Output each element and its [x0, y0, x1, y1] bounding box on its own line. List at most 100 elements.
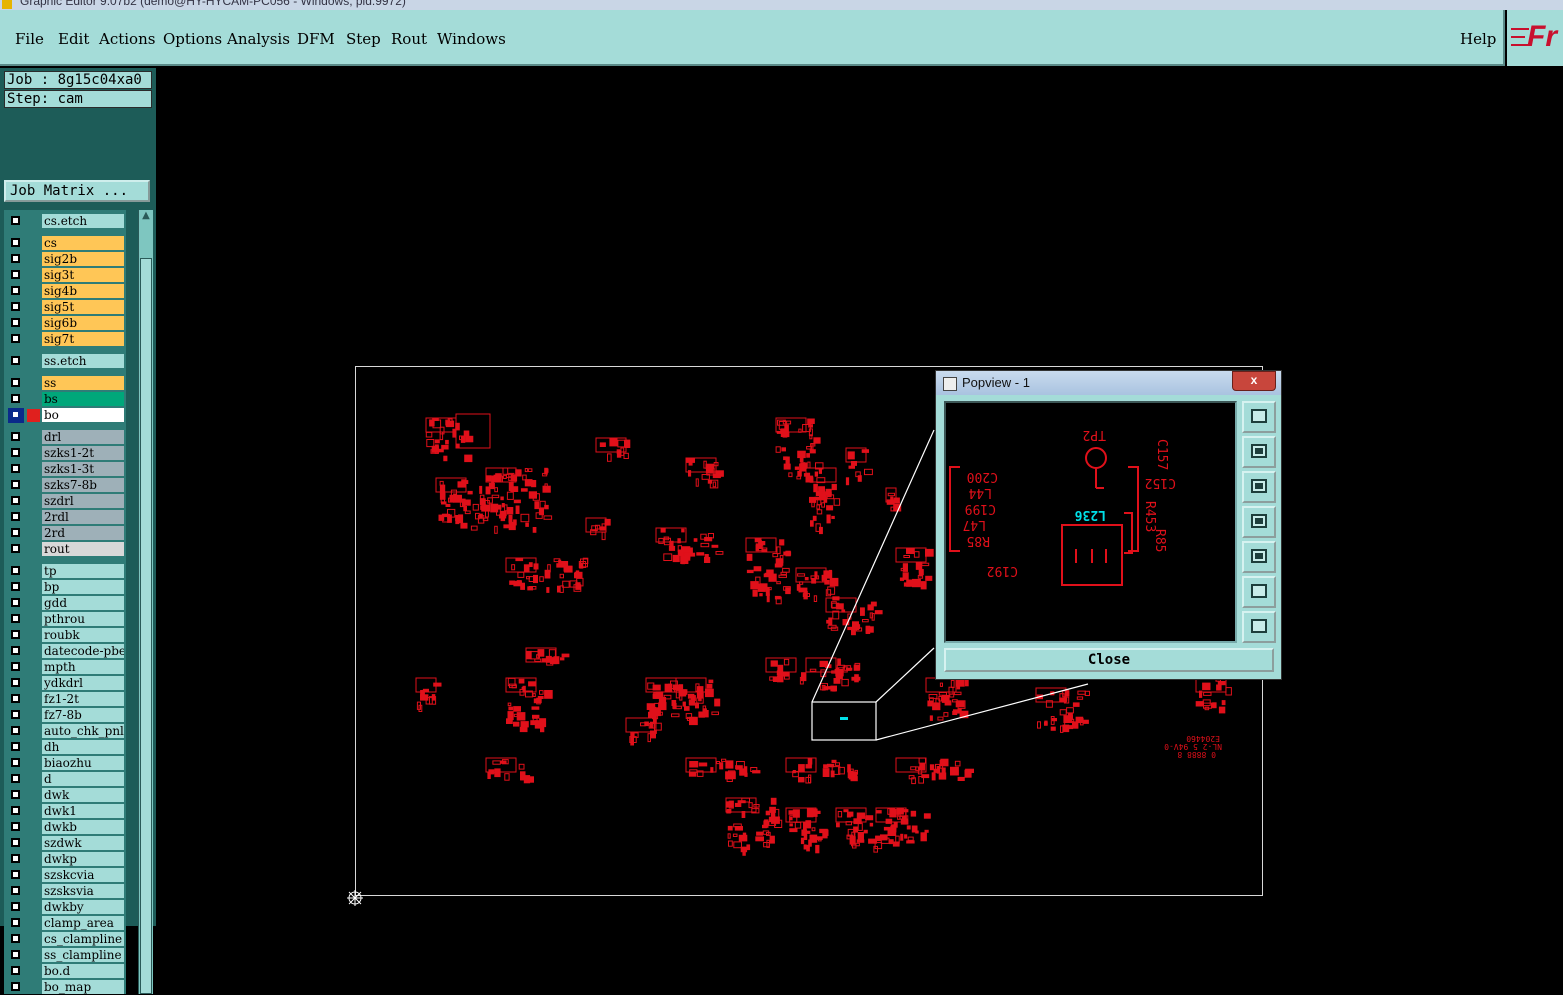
layer-row-datecode-pbe[interactable]: datecode-pbe — [6, 644, 126, 659]
layer-checkbox[interactable] — [11, 790, 20, 799]
layer-checkbox[interactable] — [11, 216, 20, 225]
menu-help[interactable]: Help — [1460, 30, 1496, 48]
layer-row-bo.d[interactable]: bo.d — [6, 964, 126, 979]
menu-edit[interactable]: Edit — [58, 30, 89, 48]
scroll-thumb[interactable] — [140, 258, 152, 994]
layer-checkbox[interactable] — [11, 966, 20, 975]
layer-checkbox[interactable] — [11, 726, 20, 735]
layer-checkbox[interactable] — [11, 742, 20, 751]
layer-checkbox[interactable] — [11, 806, 20, 815]
layer-row-dh[interactable]: dh — [6, 740, 126, 755]
pan-right-button[interactable] — [1242, 541, 1276, 573]
layer-row-gdd[interactable]: gdd — [6, 596, 126, 611]
layer-row-dwk[interactable]: dwk — [6, 788, 126, 803]
layer-row-cs_clampline[interactable]: cs_clampline — [6, 932, 126, 947]
layer-row-sig7t[interactable]: sig7t — [6, 332, 126, 347]
layer-checkbox[interactable] — [11, 334, 20, 343]
layer-row-d[interactable]: d — [6, 772, 126, 787]
layer-checkbox[interactable] — [11, 238, 20, 247]
menu-analysis[interactable]: Analysis — [227, 30, 290, 48]
layer-row-biaozhu[interactable]: biaozhu — [6, 756, 126, 771]
layer-row-sig2b[interactable]: sig2b — [6, 252, 126, 267]
layer-row-sig5t[interactable]: sig5t — [6, 300, 126, 315]
layer-checkbox[interactable] — [11, 630, 20, 639]
job-matrix-button[interactable]: Job Matrix ... — [4, 180, 150, 202]
layer-checkbox[interactable] — [11, 774, 20, 783]
layer-checkbox[interactable] — [11, 378, 20, 387]
layer-checkbox[interactable] — [11, 982, 20, 991]
layer-row-cs.etch[interactable]: cs.etch — [6, 214, 126, 229]
menu-rout[interactable]: Rout — [391, 30, 427, 48]
layer-scrollbar[interactable]: ▲ — [138, 210, 153, 994]
layer-checkbox[interactable] — [11, 356, 20, 365]
menu-actions[interactable]: Actions — [99, 30, 155, 48]
layer-row-szks1-3t[interactable]: szks1-3t — [6, 462, 126, 477]
layer-row-szks1-2t[interactable]: szks1-2t — [6, 446, 126, 461]
layer-checkbox[interactable] — [11, 464, 20, 473]
layer-row-szdwk[interactable]: szdwk — [6, 836, 126, 851]
zoom-in-button[interactable] — [1242, 611, 1276, 643]
layer-checkbox[interactable] — [11, 566, 20, 575]
menu-windows[interactable]: Windows — [437, 30, 506, 48]
layer-row-sig3t[interactable]: sig3t — [6, 268, 126, 283]
layer-row-bp[interactable]: bp — [6, 580, 126, 595]
layer-row-dwk1[interactable]: dwk1 — [6, 804, 126, 819]
layer-checkbox[interactable] — [11, 410, 20, 419]
layer-checkbox[interactable] — [11, 598, 20, 607]
menu-options[interactable]: Options — [163, 30, 222, 48]
layer-row-szsksvia[interactable]: szsksvia — [6, 884, 126, 899]
layer-row-clamp_area[interactable]: clamp_area — [6, 916, 126, 931]
pan-left-button[interactable] — [1242, 506, 1276, 538]
layer-row-ss[interactable]: ss — [6, 376, 126, 391]
layer-checkbox[interactable] — [11, 432, 20, 441]
layer-checkbox[interactable] — [11, 512, 20, 521]
graphic-canvas[interactable]: E204460 NL-2 5 94V-0 0 8888 8 — [156, 68, 1563, 926]
layer-checkbox[interactable] — [11, 710, 20, 719]
layer-checkbox[interactable] — [11, 302, 20, 311]
window-close-icon[interactable]: x — [1232, 371, 1276, 391]
zoom-out-button[interactable] — [1242, 576, 1276, 608]
menu-step[interactable]: Step — [346, 30, 381, 48]
menu-file[interactable]: File — [15, 30, 44, 48]
layer-row-bs[interactable]: bs — [6, 392, 126, 407]
layer-checkbox[interactable] — [11, 838, 20, 847]
layer-checkbox[interactable] — [11, 854, 20, 863]
menu-dfm[interactable]: DFM — [297, 30, 335, 48]
layer-row-auto_chk_pnl[interactable]: auto_chk_pnl — [6, 724, 126, 739]
layer-checkbox[interactable] — [11, 270, 20, 279]
layer-row-dwkby[interactable]: dwkby — [6, 900, 126, 915]
layer-checkbox[interactable] — [11, 480, 20, 489]
layer-checkbox[interactable] — [11, 694, 20, 703]
layer-row-dwkb[interactable]: dwkb — [6, 820, 126, 835]
layer-row-ss_clampline[interactable]: ss_clampline — [6, 948, 126, 963]
layer-row-szks7-8b[interactable]: szks7-8b — [6, 478, 126, 493]
scroll-up-icon[interactable]: ▲ — [140, 210, 152, 224]
layer-row-szdrl[interactable]: szdrl — [6, 494, 126, 509]
layer-row-pthrou[interactable]: pthrou — [6, 612, 126, 627]
layer-checkbox[interactable] — [11, 902, 20, 911]
layer-row-bo_map[interactable]: bo_map — [6, 980, 126, 995]
layer-checkbox[interactable] — [11, 870, 20, 879]
layer-row-rout[interactable]: rout — [6, 542, 126, 557]
layer-row-sig6b[interactable]: sig6b — [6, 316, 126, 331]
layer-checkbox[interactable] — [11, 646, 20, 655]
popview-titlebar[interactable]: Popview - 1 — [936, 371, 1281, 395]
layer-row-ss.etch[interactable]: ss.etch — [6, 354, 126, 369]
layer-checkbox[interactable] — [11, 678, 20, 687]
layer-checkbox[interactable] — [11, 496, 20, 505]
layer-checkbox[interactable] — [11, 394, 20, 403]
layer-checkbox[interactable] — [11, 254, 20, 263]
layer-row-tp[interactable]: tp — [6, 564, 126, 579]
layer-checkbox[interactable] — [11, 582, 20, 591]
layer-row-fz7-8b[interactable]: fz7-8b — [6, 708, 126, 723]
pan-down-button[interactable] — [1242, 471, 1276, 503]
layer-row-bo[interactable]: bo — [6, 408, 126, 423]
layer-row-dwkp[interactable]: dwkp — [6, 852, 126, 867]
layer-checkbox[interactable] — [11, 528, 20, 537]
layer-row-szskcvia[interactable]: szskcvia — [6, 868, 126, 883]
layer-row-ydkdrl[interactable]: ydkdrl — [6, 676, 126, 691]
layer-checkbox[interactable] — [11, 318, 20, 327]
popview-viewport[interactable]: TP2 C157 C152 C200 L44 C199 L47 R85 C192… — [944, 401, 1237, 643]
layer-checkbox[interactable] — [11, 934, 20, 943]
layer-checkbox[interactable] — [11, 662, 20, 671]
